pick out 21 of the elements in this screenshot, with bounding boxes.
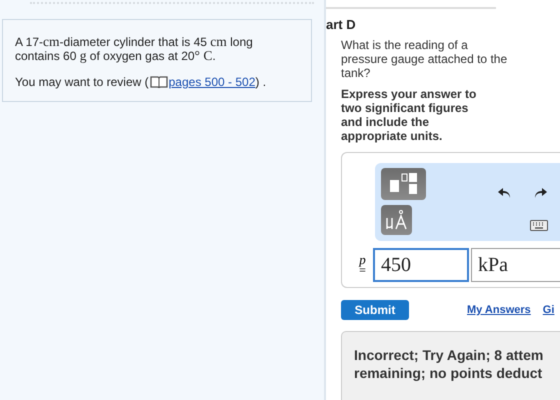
templates-button[interactable]	[381, 168, 426, 200]
submit-button[interactable]: Submit	[341, 300, 409, 320]
units-button[interactable]	[381, 205, 412, 235]
review-text: You may want to review (	[15, 75, 149, 89]
feedback-text: remaining; no points deduct	[354, 364, 544, 382]
redo-icon[interactable]	[534, 187, 548, 199]
instruction-text: Express your answer to two significant figures and include the appropriate units.	[341, 87, 478, 143]
feedback-text: Incorrect; Try Again; 8 attem	[354, 346, 544, 364]
give-up-link[interactable]: Gi	[542, 304, 554, 316]
pages-link[interactable]: pages 500 - 502	[168, 75, 256, 89]
book-icon	[150, 76, 168, 88]
unit-field[interactable]: kPa	[471, 248, 560, 282]
part-title: art D	[326, 17, 357, 32]
review-text-end: ) .	[255, 75, 266, 89]
problem-statement: A 17-cm-diameter cylinder that is 45 cm long contains 60 g of oxygen gas at 20° C.	[15, 35, 254, 63]
question-text: What is the reading of a pressure gauge attached to the tank?	[341, 38, 508, 80]
value-field[interactable]: 450	[373, 248, 469, 282]
variable-label: p	[359, 254, 366, 265]
my-answers-link[interactable]: My Answers	[467, 304, 531, 316]
undo-icon[interactable]	[497, 187, 511, 199]
keyboard-icon[interactable]	[530, 220, 548, 231]
